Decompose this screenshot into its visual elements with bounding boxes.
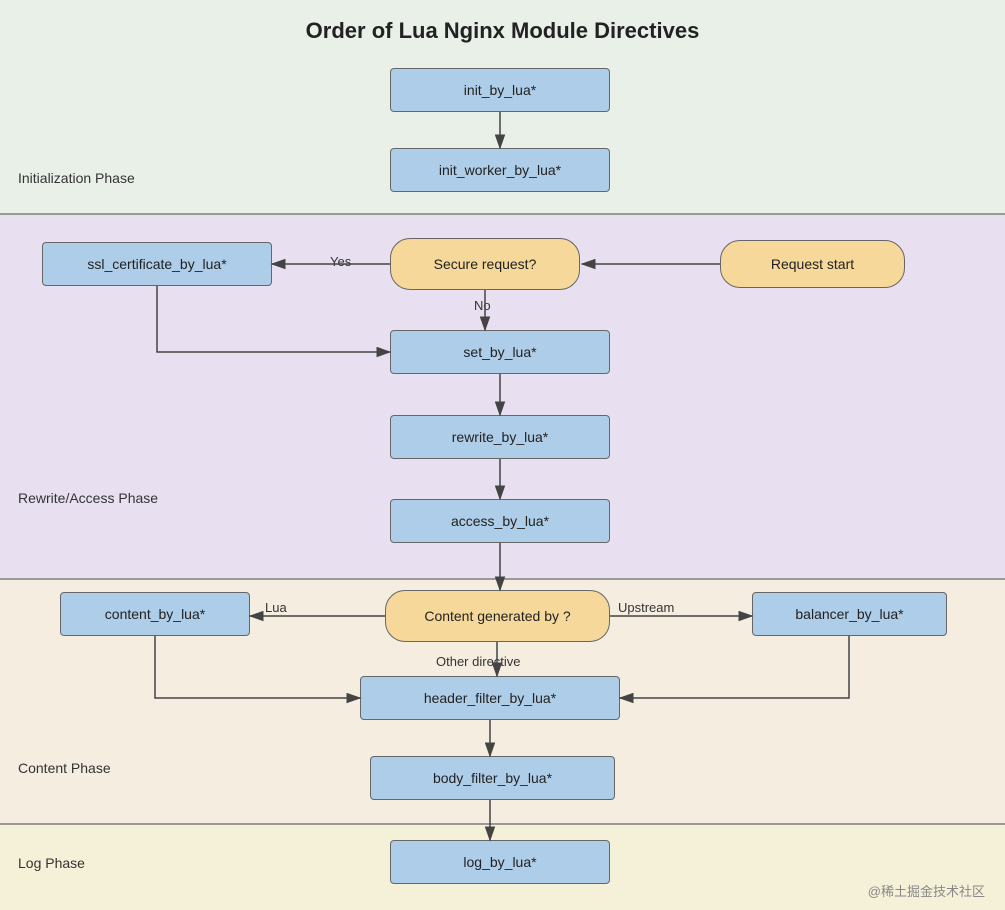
box-rewrite-by-lua: rewrite_by_lua* (390, 415, 610, 459)
box-set-by-lua: set_by_lua* (390, 330, 610, 374)
box-access-by-lua: access_by_lua* (390, 499, 610, 543)
phase-init-label: Initialization Phase (18, 170, 135, 186)
phase-content-label: Content Phase (18, 760, 111, 776)
label-no: No (474, 298, 491, 313)
watermark: @稀土掘金技术社区 (868, 881, 985, 900)
box-ssl-certificate: ssl_certificate_by_lua* (42, 242, 272, 286)
phase-rewrite-label: Rewrite/Access Phase (18, 490, 158, 506)
box-body-filter-by-lua: body_filter_by_lua* (370, 756, 615, 800)
phase-log-label: Log Phase (18, 855, 85, 871)
label-other-directive: Other directive (436, 654, 521, 669)
box-content-by-lua: content_by_lua* (60, 592, 250, 636)
box-header-filter-by-lua: header_filter_by_lua* (360, 676, 620, 720)
label-upstream: Upstream (618, 600, 674, 615)
box-secure-request: Secure request? (390, 238, 580, 290)
diagram-container: Order of Lua Nginx Module Directives Ini… (0, 0, 1005, 910)
box-log-by-lua: log_by_lua* (390, 840, 610, 884)
box-init-by-lua: init_by_lua* (390, 68, 610, 112)
box-init-worker-by-lua: init_worker_by_lua* (390, 148, 610, 192)
label-lua: Lua (265, 600, 287, 615)
box-content-generated-by: Content generated by ? (385, 590, 610, 642)
label-yes: Yes (330, 254, 351, 269)
diagram-title: Order of Lua Nginx Module Directives (0, 18, 1005, 44)
box-request-start: Request start (720, 240, 905, 288)
box-balancer-by-lua: balancer_by_lua* (752, 592, 947, 636)
